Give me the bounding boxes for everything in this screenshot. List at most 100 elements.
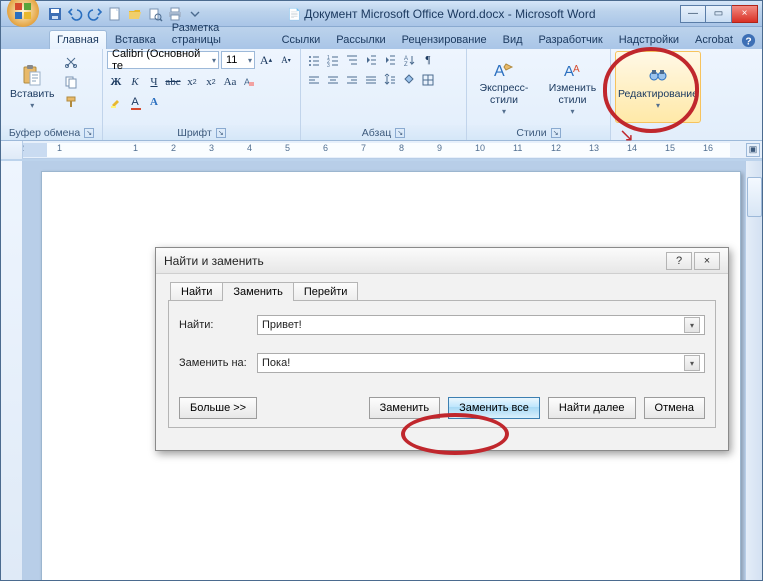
shrink-font-icon[interactable]: A▾ — [277, 51, 295, 69]
clear-format-icon[interactable]: A — [240, 73, 258, 91]
print-preview-icon[interactable] — [147, 6, 163, 22]
font-name-combo[interactable]: Calibri (Основной те▾ — [107, 51, 219, 69]
new-icon[interactable] — [107, 6, 123, 22]
dialog-tab-goto[interactable]: Перейти — [293, 282, 359, 301]
quick-styles-button[interactable]: A Экспресс-стили ▾ — [471, 51, 537, 123]
ruler-tick: 13 — [589, 143, 599, 153]
align-center-icon[interactable] — [324, 71, 342, 89]
ruler-tick: 16 — [703, 143, 713, 153]
bold-button[interactable]: Ж — [107, 73, 125, 91]
tab-references[interactable]: Ссылки — [274, 30, 329, 49]
find-history-dropdown[interactable]: ▾ — [684, 317, 700, 333]
office-button[interactable] — [5, 0, 41, 29]
svg-text:A: A — [494, 63, 505, 80]
minimize-button[interactable]: — — [680, 5, 706, 23]
underline-button[interactable]: Ч — [145, 73, 163, 91]
indent-dec-icon[interactable] — [362, 51, 380, 69]
clipboard-launcher[interactable]: ↘ — [84, 128, 94, 138]
change-styles-icon: AA — [560, 58, 584, 82]
window-title: 📄 Документ Microsoft Office Word.docx - … — [203, 7, 680, 21]
undo-icon[interactable] — [67, 6, 83, 22]
editing-button[interactable]: Редактирование ▾ — [615, 51, 701, 123]
window-controls: — ▭ × — [680, 5, 758, 23]
tab-home[interactable]: Главная — [49, 30, 107, 49]
font-launcher[interactable]: ↘ — [216, 128, 226, 138]
group-clipboard: Вставить ▾ Буфер обмена↘ — [1, 49, 103, 140]
borders-icon[interactable] — [419, 71, 437, 89]
sort-icon[interactable]: AZ — [400, 51, 418, 69]
subscript-icon[interactable]: x2 — [183, 73, 201, 91]
ruler-toggle-icon[interactable]: ▣ — [746, 143, 760, 157]
shading-icon[interactable] — [400, 71, 418, 89]
quick-styles-icon: A — [492, 58, 516, 82]
find-next-button[interactable]: Найти далее — [548, 397, 636, 419]
dialog-button-row: Больше >> Заменить Заменить все Найти да… — [179, 397, 705, 419]
replace-button[interactable]: Заменить — [369, 397, 440, 419]
font-size-combo[interactable]: 11▾ — [221, 51, 255, 69]
tab-review[interactable]: Рецензирование — [394, 30, 495, 49]
change-case-icon[interactable]: Aa — [221, 73, 239, 91]
replace-input-value: Пока! — [262, 357, 290, 369]
save-icon[interactable] — [47, 6, 63, 22]
tab-view[interactable]: Вид — [495, 30, 531, 49]
multilevel-icon[interactable] — [343, 51, 361, 69]
tab-developer[interactable]: Разработчик — [531, 30, 611, 49]
paste-button[interactable]: Вставить ▾ — [5, 51, 60, 123]
redo-icon[interactable] — [87, 6, 103, 22]
align-left-icon[interactable] — [305, 71, 323, 89]
copy-icon[interactable] — [62, 73, 80, 91]
dialog-tab-replace[interactable]: Заменить — [222, 282, 293, 301]
dialog-titlebar[interactable]: Найти и заменить ? × — [156, 248, 728, 274]
tab-insert[interactable]: Вставка — [107, 30, 164, 49]
numbering-icon[interactable]: 123 — [324, 51, 342, 69]
tab-acrobat[interactable]: Acrobat — [687, 30, 741, 49]
styles-launcher[interactable]: ↘ — [551, 128, 561, 138]
dialog-tab-find[interactable]: Найти — [170, 282, 223, 301]
dialog-panel: Найти: Привет! ▾ Заменить на: Пока! ▾ Бо… — [168, 300, 716, 428]
para-launcher[interactable]: ↘ — [395, 128, 405, 138]
cancel-button[interactable]: Отмена — [644, 397, 705, 419]
find-row: Найти: Привет! ▾ — [179, 315, 705, 335]
replace-all-button[interactable]: Заменить все — [448, 397, 540, 419]
show-marks-icon[interactable]: ¶ — [419, 51, 437, 69]
replace-input[interactable]: Пока! ▾ — [257, 353, 705, 373]
find-input[interactable]: Привет! ▾ — [257, 315, 705, 335]
dialog-help-button[interactable]: ? — [666, 252, 692, 270]
scrollbar-thumb[interactable] — [747, 177, 762, 217]
open-icon[interactable] — [127, 6, 143, 22]
close-window-button[interactable]: × — [732, 5, 758, 23]
vertical-ruler — [1, 161, 23, 580]
find-label: Найти: — [179, 319, 257, 331]
cut-icon[interactable] — [62, 53, 80, 71]
format-painter-icon[interactable] — [62, 93, 80, 111]
superscript-icon[interactable]: x2 — [202, 73, 220, 91]
italic-button[interactable]: К — [126, 73, 144, 91]
change-styles-button[interactable]: AA Изменить стили ▾ — [539, 51, 606, 123]
maximize-button[interactable]: ▭ — [706, 5, 732, 23]
tab-addins[interactable]: Надстройки — [611, 30, 687, 49]
app-window: 📄 Документ Microsoft Office Word.docx - … — [0, 0, 763, 581]
align-right-icon[interactable] — [343, 71, 361, 89]
bullets-icon[interactable] — [305, 51, 323, 69]
paste-label: Вставить — [10, 89, 55, 101]
group-paragraph: 123 AZ ¶ Абзац↘ — [301, 49, 467, 140]
help-icon[interactable]: ? — [741, 33, 756, 49]
replace-row: Заменить на: Пока! ▾ — [179, 353, 705, 373]
font-color-icon[interactable]: A — [126, 93, 144, 111]
strike-icon[interactable]: abc — [164, 73, 182, 91]
justify-icon[interactable] — [362, 71, 380, 89]
tab-mailings[interactable]: Рассылки — [328, 30, 393, 49]
grow-font-icon[interactable]: A▴ — [257, 51, 275, 69]
svg-text:A: A — [573, 64, 580, 75]
binoculars-icon — [646, 64, 670, 88]
line-spacing-icon[interactable] — [381, 71, 399, 89]
indent-inc-icon[interactable] — [381, 51, 399, 69]
vertical-scrollbar[interactable] — [745, 161, 762, 580]
text-effects-icon[interactable]: A — [145, 93, 163, 111]
replace-history-dropdown[interactable]: ▾ — [684, 355, 700, 371]
more-button[interactable]: Больше >> — [179, 397, 257, 419]
tab-layout[interactable]: Разметка страницы — [164, 18, 274, 49]
svg-text:Z: Z — [404, 62, 408, 67]
highlight-icon[interactable] — [107, 93, 125, 111]
dialog-close-button[interactable]: × — [694, 252, 720, 270]
